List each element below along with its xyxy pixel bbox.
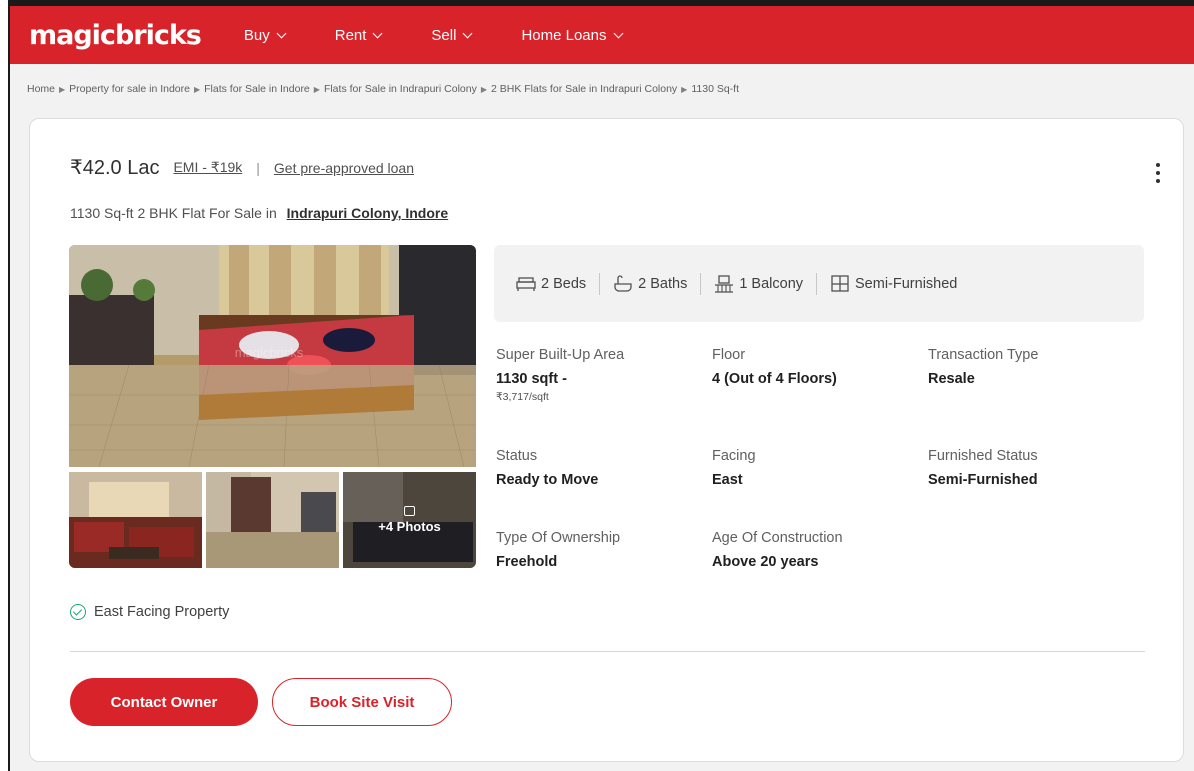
property-card: ₹42.0 Lac EMI - ₹19k | Get pre-approved …: [29, 118, 1184, 762]
fact-label: Transaction Type: [928, 347, 1039, 363]
pre-approved-loan-link[interactable]: Get pre-approved loan: [274, 160, 414, 176]
breadcrumb-current: 1130 Sq-ft: [691, 83, 739, 95]
bed-icon: [516, 276, 536, 291]
fact-value: Ready to Move: [496, 472, 599, 488]
nav-home-loans-label: Home Loans: [521, 26, 607, 44]
property-subtitle: 1130 Sq-ft 2 BHK Flat For Sale in Indrap…: [70, 205, 448, 221]
breadcrumb-link-2bhk-indrapuri[interactable]: 2 BHK Flats for Sale in Indrapuri Colony: [491, 83, 677, 95]
fact-label: Facing: [712, 448, 756, 464]
fact-label: Furnished Status: [928, 448, 1038, 464]
thumbnail-more-photos[interactable]: +4 Photos: [343, 472, 476, 568]
chevron-down-icon: [372, 28, 383, 38]
more-photos-label: +4 Photos: [378, 519, 441, 534]
amenity-divider: [599, 272, 601, 295]
nav-sell-label: Sell: [431, 26, 457, 44]
breadcrumb-link-flats-indore[interactable]: Flats for Sale in Indore: [204, 83, 310, 95]
fact-floor: Floor 4 (Out of 4 Floors): [712, 347, 912, 387]
fact-label: Super Built-Up Area: [496, 347, 625, 363]
fact-label: Type Of Ownership: [496, 530, 621, 546]
breadcrumb-link-flats-indrapuri[interactable]: Flats for Sale in Indrapuri Colony: [324, 83, 477, 95]
fact-label: Floor: [712, 347, 746, 363]
bedroom-photo: magicbricks: [69, 245, 476, 467]
amenity-divider: [700, 272, 702, 295]
contact-owner-button[interactable]: Contact Owner: [70, 678, 258, 726]
property-price: ₹42.0 Lac: [70, 157, 160, 179]
gallery-icon: [404, 506, 415, 516]
amenity-baths-label: 2 Baths: [638, 275, 688, 292]
nav-home-loans[interactable]: Home Loans: [521, 26, 623, 44]
amenity-divider: [816, 272, 818, 295]
chevron-down-icon: [613, 28, 623, 38]
breadcrumb-link-property-sale-indore[interactable]: Property for sale in Indore: [69, 83, 190, 95]
amenity-beds: 2 Beds: [516, 276, 586, 292]
highlight-label: East Facing Property: [94, 604, 230, 620]
amenity-balcony: 1 Balcony: [714, 274, 804, 293]
breadcrumb-arrow-icon: ▶: [480, 84, 487, 94]
check-circle-icon: [70, 604, 86, 620]
fact-value: 4 (Out of 4 Floors): [712, 371, 837, 387]
breadcrumb-arrow-icon: ▶: [681, 84, 688, 94]
fact-furnished-status: Furnished Status Semi-Furnished: [928, 448, 1128, 488]
emi-link[interactable]: EMI - ₹19k: [173, 159, 242, 176]
chevron-down-icon: [276, 28, 287, 38]
location-link[interactable]: Indrapuri Colony, Indore: [287, 205, 449, 221]
breadcrumb-arrow-icon: ▶: [59, 84, 66, 94]
fact-value: 1130 sqft -: [496, 371, 567, 387]
page-scrollbar[interactable]: [1186, 64, 1194, 771]
thumbnail-living-room[interactable]: [69, 472, 202, 568]
fact-age-of-construction: Age Of Construction Above 20 years: [712, 530, 912, 570]
fact-ownership-type: Type Of Ownership Freehold: [496, 530, 696, 570]
nav-rent[interactable]: Rent: [334, 26, 383, 44]
fact-value: Above 20 years: [712, 554, 819, 570]
more-options-icon[interactable]: [1155, 163, 1161, 183]
main-property-photo[interactable]: magicbricks: [69, 245, 476, 467]
fact-label: Status: [496, 448, 538, 464]
top-navbar: magicbricks Buy Rent Sell Home Loans: [10, 6, 1194, 64]
amenities-bar: 2 Beds 2 Baths 1 Balcony Semi-Furnished: [494, 245, 1144, 322]
nav-sell[interactable]: Sell: [431, 26, 473, 44]
chevron-down-icon: [462, 28, 473, 38]
amenity-baths: 2 Baths: [613, 274, 688, 293]
magicbricks-logo[interactable]: magicbricks: [29, 20, 202, 51]
breadcrumb: Home ▶ Property for sale in Indore ▶ Fla…: [27, 83, 739, 95]
amenity-furnishing-label: Semi-Furnished: [855, 275, 958, 292]
amenity-balcony-label: 1 Balcony: [739, 275, 804, 292]
fact-value: East: [712, 472, 743, 488]
nav-buy[interactable]: Buy: [243, 26, 287, 44]
price-separator: |: [256, 159, 260, 176]
more-photos-overlay[interactable]: +4 Photos: [343, 472, 476, 568]
bath-icon: [614, 274, 632, 292]
breadcrumb-link-home[interactable]: Home: [27, 83, 55, 95]
browser-viewport: magicbricks Buy Rent Sell Home Loans Hom…: [8, 0, 1194, 771]
book-site-visit-button[interactable]: Book Site Visit: [272, 678, 452, 726]
subtitle-text: 1130 Sq-ft 2 BHK Flat For Sale in: [70, 205, 277, 221]
furnished-icon: [831, 274, 849, 292]
nav-buy-label: Buy: [243, 26, 270, 44]
photo-thumbnails: +4 Photos: [69, 472, 476, 568]
fact-transaction-type: Transaction Type Resale: [928, 347, 1128, 387]
watermark-text: magicbricks: [235, 345, 304, 360]
breadcrumb-arrow-icon: ▶: [313, 84, 320, 94]
nav-rent-label: Rent: [334, 26, 367, 44]
highlight-east-facing: East Facing Property: [70, 604, 229, 620]
card-divider: [70, 651, 1145, 652]
amenity-furnishing: Semi-Furnished: [830, 274, 958, 293]
balcony-icon: [715, 274, 734, 293]
amenity-beds-label: 2 Beds: [541, 275, 587, 292]
thumbnail-hallway[interactable]: [206, 472, 339, 568]
fact-super-built-up-area: Super Built-Up Area 1130 sqft - ₹3,717/s…: [496, 347, 696, 403]
price-row: ₹42.0 Lac EMI - ₹19k | Get pre-approved …: [70, 155, 414, 180]
fact-value: Resale: [928, 371, 975, 387]
breadcrumb-arrow-icon: ▶: [193, 84, 201, 94]
fact-value: Freehold: [496, 554, 558, 570]
fact-status: Status Ready to Move: [496, 448, 696, 488]
fact-value: Semi-Furnished: [928, 472, 1038, 488]
fact-label: Age Of Construction: [712, 530, 843, 546]
price-per-sqft: ₹3,717/sqft: [496, 391, 549, 403]
fact-facing: Facing East: [712, 448, 912, 488]
